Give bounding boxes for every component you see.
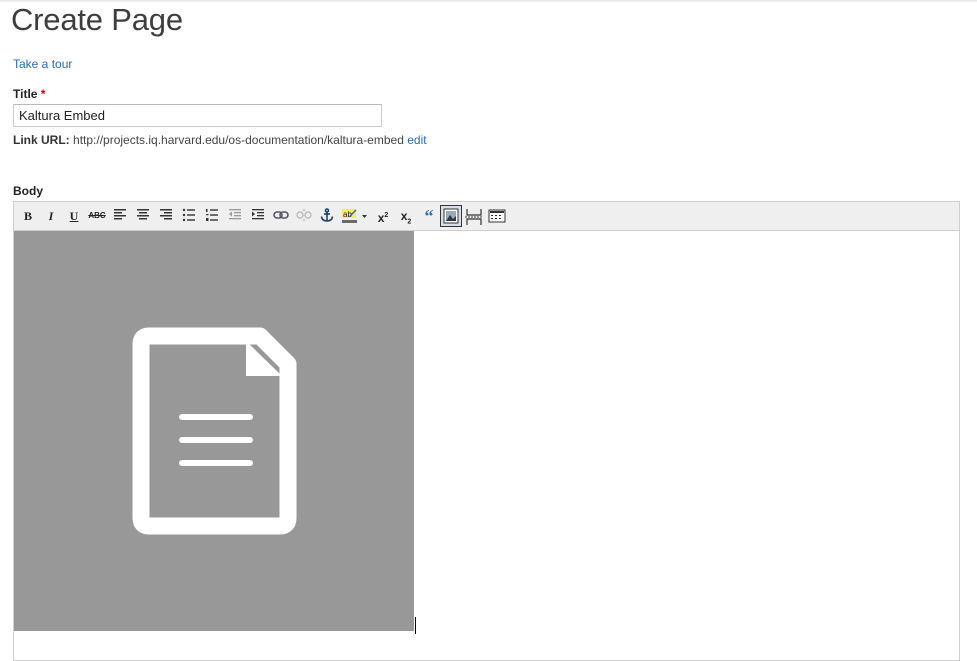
blockquote-button[interactable]: “ (418, 205, 440, 227)
indent-icon[interactable] (247, 205, 269, 227)
document-icon (132, 327, 297, 535)
body-editor: B I U ABC ab x2 x2 “ (13, 201, 960, 661)
align-center-icon[interactable] (132, 205, 154, 227)
superscript-button[interactable]: x2 (372, 205, 394, 227)
link-url-row: Link URL: http://projects.iq.harvard.edu… (13, 133, 427, 147)
italic-button[interactable]: I (40, 205, 62, 227)
page-break-icon[interactable] (463, 205, 485, 227)
outdent-icon[interactable] (224, 205, 246, 227)
title-label-text: Title (13, 87, 38, 101)
image-icon[interactable] (440, 205, 462, 227)
subscript-mark: 2 (407, 218, 412, 226)
anchor-icon[interactable] (316, 205, 338, 227)
editor-toolbar: B I U ABC ab x2 x2 “ (14, 202, 959, 231)
link-url-edit-link[interactable]: edit (407, 133, 426, 147)
title-label: Title * (13, 87, 45, 101)
align-left-icon[interactable] (109, 205, 131, 227)
bullet-list-icon[interactable] (178, 205, 200, 227)
editor-content-area[interactable] (14, 231, 959, 661)
align-right-icon[interactable] (155, 205, 177, 227)
link-icon[interactable] (270, 205, 292, 227)
title-input[interactable] (13, 104, 382, 127)
link-url-value: http://projects.iq.harvard.edu/os-docume… (73, 133, 404, 147)
underline-button[interactable]: U (63, 205, 85, 227)
highlight-icon[interactable]: ab (339, 205, 371, 227)
superscript-mark: 2 (384, 212, 389, 219)
text-caret (415, 617, 416, 634)
numbered-list-icon[interactable] (201, 205, 223, 227)
embedded-media-placeholder[interactable] (14, 231, 414, 631)
bold-button[interactable]: B (17, 205, 39, 227)
subscript-button[interactable]: x2 (395, 205, 417, 227)
link-url-label: Link URL: (13, 133, 70, 147)
table-icon[interactable] (486, 205, 508, 227)
page-title: Create Page (11, 2, 183, 37)
unlink-icon[interactable] (293, 205, 315, 227)
required-mark: * (40, 87, 46, 101)
strikethrough-button[interactable]: ABC (86, 205, 108, 227)
take-a-tour-link[interactable]: Take a tour (13, 57, 72, 71)
body-label: Body (13, 184, 43, 198)
